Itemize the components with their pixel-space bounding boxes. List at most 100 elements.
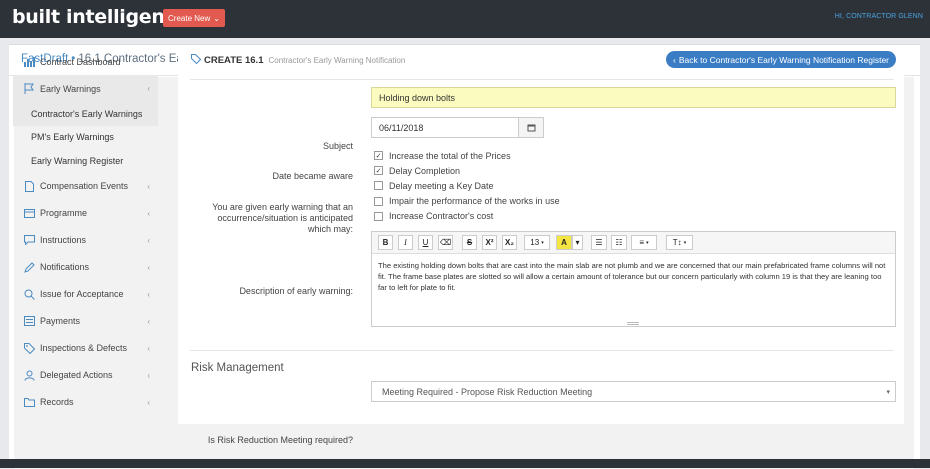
font-size-dropdown[interactable]: 13 ▾ [524, 235, 550, 250]
eraser-icon[interactable]: ⌫ [438, 235, 453, 250]
option-impair-performance[interactable]: Impair the performance of the works in u… [374, 194, 560, 209]
font-size-value: 13 [530, 238, 540, 247]
text-color-button[interactable]: A [556, 235, 572, 250]
sidebar-item-label: Payments [40, 316, 81, 326]
superscript-button[interactable]: X² [482, 235, 497, 250]
subject-input[interactable]: Holding down bolts [371, 87, 896, 108]
date-input[interactable]: 06/11/2018 [371, 117, 519, 138]
warning-label: You are given early warning that an occu… [212, 202, 353, 235]
caret-down-icon: ▾ [541, 239, 544, 246]
sidebar-subitem-contractors-early-warnings[interactable]: Contractor's Early Warnings [13, 102, 158, 126]
brand-logo[interactable]: built intelligence [12, 6, 188, 28]
chevron-left-icon: ‹ [147, 316, 150, 326]
sidebar-item-label: Compensation Events [40, 181, 129, 191]
sidebar-item-label: Records [40, 397, 74, 407]
bold-button[interactable]: B [378, 235, 393, 250]
sidebar-item-label: Notifications [40, 262, 90, 272]
sidebar-item-label: Early Warnings [40, 83, 101, 94]
create-new-button[interactable]: Create New ⌄ [163, 9, 225, 27]
sidebar-subitem-pms-early-warnings[interactable]: PM's Early Warnings [13, 126, 158, 150]
chevron-left-icon: ‹ [147, 262, 150, 272]
subject-value: Holding down bolts [379, 92, 456, 103]
date-picker-button[interactable] [518, 117, 544, 138]
sidebar-item-issue-for-acceptance[interactable]: Issue for Acceptance ‹ [13, 281, 158, 308]
chevron-left-icon: ‹ [147, 235, 150, 245]
editor-toolbar: B I U ⌫ S X² X₂ 13 ▾ A ▾ ☰ ☷ ≡ ▾ T↕ ▾ [372, 232, 895, 254]
subscript-button[interactable]: X₂ [502, 235, 517, 250]
option-label: Impair the performance of the works in u… [389, 196, 560, 207]
date-label: Date became aware [272, 171, 353, 181]
checkbox[interactable]: ✓ [374, 151, 383, 161]
underline-button[interactable]: U [418, 235, 433, 250]
calculator-icon [24, 316, 35, 327]
paragraph-align-dropdown[interactable]: ≡ ▾ [631, 235, 657, 250]
sidebar-item-compensation-events[interactable]: Compensation Events ‹ [13, 173, 158, 200]
sidebar-item-label: Issue for Acceptance [40, 289, 124, 299]
sidebar-item-records[interactable]: Records ‹ [13, 389, 158, 416]
pencil-icon [24, 261, 35, 273]
sidebar-item-programme[interactable]: Programme ‹ [13, 200, 158, 227]
chevron-left-icon: ‹ [147, 208, 150, 218]
chevron-left-icon: ‹ [147, 289, 150, 299]
back-to-register-button[interactable]: ‹ Back to Contractor's Early Warning Not… [666, 51, 896, 68]
bottom-bar [0, 459, 930, 468]
warning-label-line-3: which may: [307, 224, 353, 234]
option-increase-contractor-cost[interactable]: Increase Contractor's cost [374, 209, 560, 224]
text-style-dropdown[interactable]: T↕ ▾ [666, 235, 693, 250]
calendar-icon [527, 119, 536, 137]
caret-down-icon: ▾ [683, 239, 687, 246]
chevron-down-icon: ⌄ [213, 13, 220, 23]
sidebar-item-delegated-actions[interactable]: Delegated Actions ‹ [13, 362, 158, 389]
checkbox[interactable] [374, 196, 383, 206]
risk-meeting-label: Is Risk Reduction Meeting required? [207, 435, 353, 445]
checkbox[interactable] [374, 181, 383, 191]
description-editor: B I U ⌫ S X² X₂ 13 ▾ A ▾ ☰ ☷ ≡ ▾ T↕ ▾ The e… [371, 231, 896, 327]
risk-meeting-value: Meeting Required - Propose Risk Reductio… [382, 386, 593, 397]
sidebar: Contract Dashboard Early Warnings ‹ Cont… [13, 48, 158, 416]
user-menu[interactable]: HI, CONTRACTOR GLENN [835, 13, 923, 20]
create-new-label: Create New [168, 13, 211, 23]
sidebar-subitem-early-warning-register[interactable]: Early Warning Register [13, 149, 158, 173]
section-divider [190, 350, 894, 351]
resize-handle[interactable] [627, 322, 639, 325]
bullet-list-icon[interactable]: ☰ [591, 235, 607, 250]
subject-label: Subject [322, 141, 353, 151]
chevron-left-icon: ‹ [147, 181, 150, 191]
checkbox[interactable] [374, 211, 383, 221]
tag-icon [24, 342, 35, 354]
sidebar-item-early-warnings[interactable]: Early Warnings ‹ [13, 75, 158, 102]
sidebar-item-instructions[interactable]: Instructions ‹ [13, 227, 158, 254]
title-divider [190, 79, 894, 80]
bar-chart-icon [24, 56, 35, 67]
back-button-label: Back to Contractor's Early Warning Notif… [678, 54, 889, 65]
option-delay-key-date[interactable]: Delay meeting a Key Date [374, 178, 560, 193]
form-title: CREATE 16.1 Contractor's Early Warning N… [191, 54, 405, 67]
sidebar-item-label: Instructions [40, 235, 87, 245]
strikethrough-button[interactable]: S [462, 235, 477, 250]
option-increase-prices[interactable]: ✓ Increase the total of the Prices [374, 148, 560, 163]
form-card: CREATE 16.1 Contractor's Early Warning N… [178, 48, 904, 445]
users-icon [24, 370, 35, 381]
caret-down-icon: ▾ [886, 389, 890, 396]
option-delay-completion[interactable]: ✓ Delay Completion [374, 163, 560, 178]
numbered-list-icon[interactable]: ☷ [611, 235, 627, 250]
text-height-icon: T↕ [672, 238, 682, 247]
risk-meeting-select[interactable]: Meeting Required - Propose Risk Reductio… [371, 381, 896, 402]
sidebar-item-label: Contract Dashboard [40, 56, 121, 67]
option-label: Increase Contractor's cost [389, 211, 494, 222]
sidebar-item-payments[interactable]: Payments ‹ [13, 308, 158, 335]
caret-down-icon[interactable]: ▾ [572, 235, 583, 250]
sidebar-item-label: Inspections & Defects [40, 343, 128, 353]
description-text[interactable]: The existing holding down bolts that are… [378, 260, 890, 294]
sidebar-item-inspections-defects[interactable]: Inspections & Defects ‹ [13, 335, 158, 362]
align-icon: ≡ [639, 238, 645, 247]
checkbox[interactable]: ✓ [374, 166, 383, 176]
sidebar-item-notifications[interactable]: Notifications ‹ [13, 254, 158, 281]
chevron-left-icon: ‹ [673, 54, 676, 65]
chevron-left-icon: ‹ [147, 397, 150, 407]
sidebar-item-contract-dashboard[interactable]: Contract Dashboard [13, 48, 158, 75]
chevron-left-icon: ‹ [147, 343, 150, 353]
warning-label-line-1: You are given early warning that an [212, 202, 353, 212]
italic-button[interactable]: I [398, 235, 413, 250]
chevron-left-icon: ‹ [147, 370, 150, 380]
